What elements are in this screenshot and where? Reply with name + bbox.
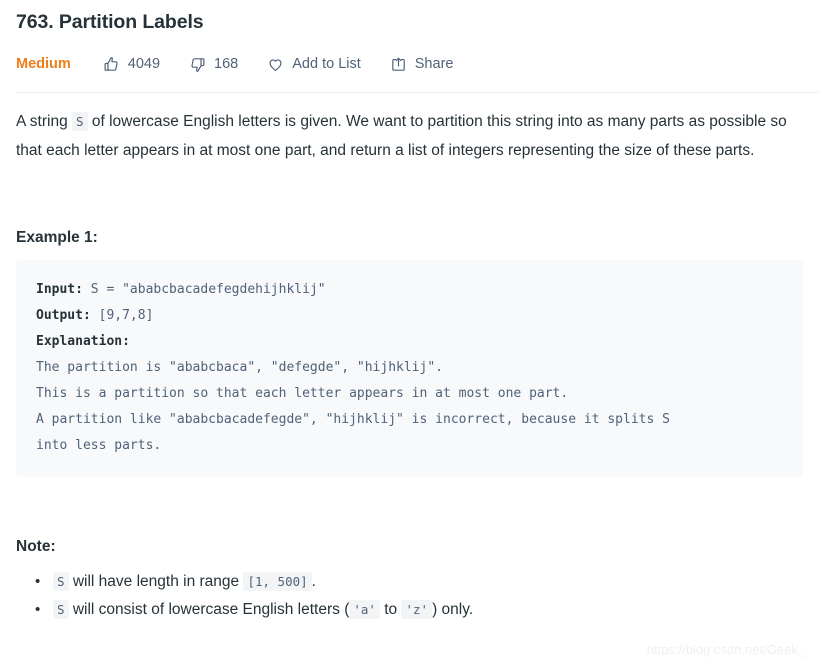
problem-description: A string S of lowercase English letters … bbox=[16, 107, 799, 165]
example-code-block: Input: S = "ababcbacadefegdehijhklij" Ou… bbox=[16, 260, 803, 477]
code-line-text: This is a partition so that each letter … bbox=[36, 386, 569, 401]
share-button[interactable]: Share bbox=[390, 56, 454, 73]
inline-code-s: S bbox=[72, 112, 88, 131]
dislike-button[interactable]: 168 bbox=[189, 56, 238, 73]
code-line-text: into less parts. bbox=[36, 438, 162, 453]
code-line: Explanation: bbox=[36, 329, 783, 355]
description-text-2: of lowercase English letters is given. W… bbox=[16, 113, 787, 159]
inline-code-s: S bbox=[53, 600, 69, 619]
inline-code-a: 'a' bbox=[349, 600, 380, 619]
share-label: Share bbox=[414, 56, 454, 72]
problem-toolbar: Medium 4049 168 Add to List Share bbox=[16, 49, 803, 79]
code-line-text: The partition is "ababcbaca", "defegde",… bbox=[36, 360, 443, 375]
code-line-label: Input: bbox=[36, 282, 83, 297]
code-line: The partition is "ababcbaca", "defegde",… bbox=[36, 355, 783, 381]
code-line-label: Explanation: bbox=[36, 334, 130, 349]
note-text-end: ) only. bbox=[432, 601, 474, 618]
header-divider bbox=[16, 92, 819, 93]
code-line: This is a partition so that each letter … bbox=[36, 381, 783, 407]
code-line-text: A partition like "ababcbacadefegde", "hi… bbox=[36, 412, 670, 427]
example-heading: Example 1: bbox=[16, 229, 98, 246]
code-line-text: S = "ababcbacadefegdehijhklij" bbox=[82, 282, 326, 297]
code-line: A partition like "ababcbacadefegde", "hi… bbox=[36, 407, 783, 433]
description-text-1: A string bbox=[16, 113, 72, 130]
list-item: S will have length in range [1, 500]. bbox=[35, 568, 803, 596]
note-heading: Note: bbox=[16, 538, 56, 555]
note-text: will have length in range bbox=[68, 573, 244, 590]
inline-code-s: S bbox=[53, 572, 69, 591]
page-title: 763. Partition Labels bbox=[16, 11, 204, 33]
list-item: S will consist of lowercase English lett… bbox=[35, 596, 803, 624]
code-line: into less parts. bbox=[36, 433, 783, 459]
heart-icon bbox=[267, 56, 284, 73]
watermark: https://blog.csdn.net/Geek_ bbox=[646, 642, 805, 657]
add-to-list-label: Add to List bbox=[292, 56, 361, 72]
note-text-end: . bbox=[311, 573, 316, 590]
like-count: 4049 bbox=[127, 56, 161, 72]
difficulty-badge: Medium bbox=[16, 56, 71, 72]
share-icon bbox=[390, 56, 407, 73]
inline-code-range: [1, 500] bbox=[243, 572, 312, 591]
note-list: S will have length in range [1, 500]. S … bbox=[16, 568, 803, 624]
thumbs-down-icon bbox=[189, 56, 206, 73]
like-button[interactable]: 4049 bbox=[103, 56, 160, 73]
note-text: will consist of lowercase English letter… bbox=[68, 601, 350, 618]
add-to-list-button[interactable]: Add to List bbox=[267, 56, 361, 73]
code-line: Output: [9,7,8] bbox=[36, 303, 783, 329]
thumbs-up-icon bbox=[103, 56, 120, 73]
code-line-text: [9,7,8] bbox=[90, 308, 154, 323]
problem-page: 763. Partition Labels Medium 4049 168 Ad… bbox=[0, 0, 819, 665]
code-line-label: Output: bbox=[36, 308, 91, 323]
dislike-count: 168 bbox=[214, 56, 239, 72]
inline-code-z: 'z' bbox=[401, 600, 433, 619]
code-line: Input: S = "ababcbacadefegdehijhklij" bbox=[36, 277, 783, 303]
note-text-to: to bbox=[379, 601, 402, 618]
